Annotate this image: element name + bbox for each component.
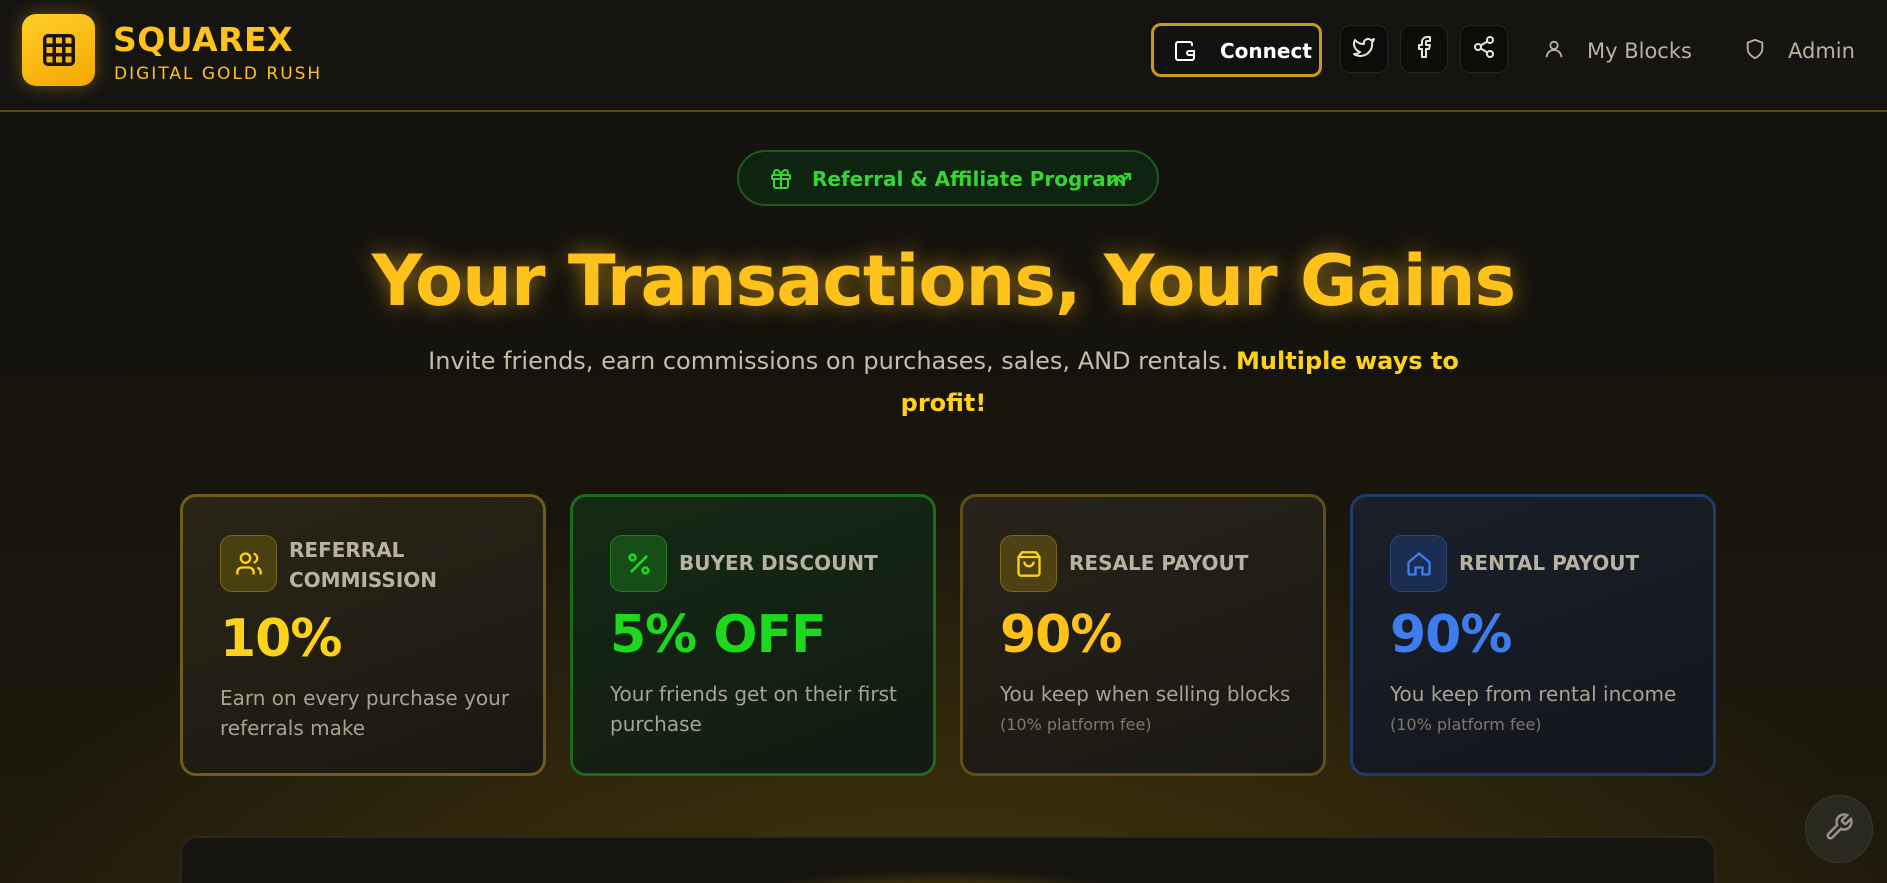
card-desc: Your friends get on their first purchase: [610, 682, 897, 736]
hero-subtitle-text: Invite friends, earn commissions on purc…: [428, 347, 1229, 375]
hero-title: Your Transactions, Your Gains: [371, 240, 1516, 322]
nav-my-blocks-label: My Blocks: [1587, 39, 1692, 63]
connect-wallet-button[interactable]: Connect: [1151, 23, 1322, 77]
card-desc: Earn on every purchase your referrals ma…: [220, 686, 510, 740]
user-icon: [1543, 38, 1565, 65]
connect-label: Connect: [1220, 39, 1312, 63]
wrench-icon: [1824, 812, 1854, 846]
gift-icon: [769, 167, 793, 196]
twitter-icon: [1352, 35, 1376, 63]
card-label: RESALE PAYOUT: [1069, 551, 1249, 575]
card-note: (10% platform fee): [1000, 715, 1152, 734]
card-desc: You keep from rental income: [1390, 682, 1677, 706]
wallet-icon: [1173, 39, 1197, 68]
shield-icon: [1744, 38, 1766, 65]
brand-tagline: DIGITAL GOLD RUSH: [114, 64, 323, 84]
card-value: 5% OFF: [610, 605, 827, 665]
share-button[interactable]: [1460, 25, 1508, 73]
twitter-button[interactable]: [1340, 25, 1388, 73]
card-label: RENTAL PAYOUT: [1459, 551, 1640, 575]
card-buyer-discount: BUYER DISCOUNT 5% OFF Your friends get o…: [570, 494, 936, 776]
nav-admin-label: Admin: [1788, 39, 1855, 63]
shopping-bag-icon: [1000, 535, 1057, 592]
card-desc: You keep when selling blocks: [1000, 682, 1291, 706]
card-resale-payout: RESALE PAYOUT 90% You keep when selling …: [960, 494, 1326, 776]
users-icon: [220, 535, 277, 592]
facebook-button[interactable]: [1400, 25, 1448, 73]
nav-my-blocks[interactable]: My Blocks: [1543, 36, 1692, 66]
percent-icon: [610, 535, 667, 592]
card-value: 90%: [1390, 605, 1512, 665]
logo-grid-icon[interactable]: [22, 14, 95, 86]
referral-program-badge[interactable]: Referral & Affiliate Program: [737, 150, 1159, 206]
card-value: 10%: [220, 609, 342, 669]
referral-program-label: Referral & Affiliate Program: [812, 167, 1127, 191]
card-note: (10% platform fee): [1390, 715, 1542, 734]
nav-admin[interactable]: Admin: [1744, 36, 1855, 66]
home-icon: [1390, 535, 1447, 592]
facebook-icon: [1412, 35, 1436, 63]
top-header: SQUAREX DIGITAL GOLD RUSH Connect My Blo…: [0, 0, 1887, 112]
trending-up-icon: [1107, 167, 1133, 196]
share-icon: [1472, 35, 1496, 63]
dev-tools-button[interactable]: [1805, 795, 1873, 863]
card-rental-payout: RENTAL PAYOUT 90% You keep from rental i…: [1350, 494, 1716, 776]
card-label: BUYER DISCOUNT: [679, 551, 878, 575]
card-label: REFERRAL COMMISSION: [289, 538, 438, 592]
card-value: 90%: [1000, 605, 1122, 665]
brand-name[interactable]: SQUAREX: [113, 20, 293, 59]
hero-subtitle: Invite friends, earn commissions on purc…: [420, 340, 1467, 424]
card-referral-commission: REFERRAL COMMISSION 10% Earn on every pu…: [180, 494, 546, 776]
